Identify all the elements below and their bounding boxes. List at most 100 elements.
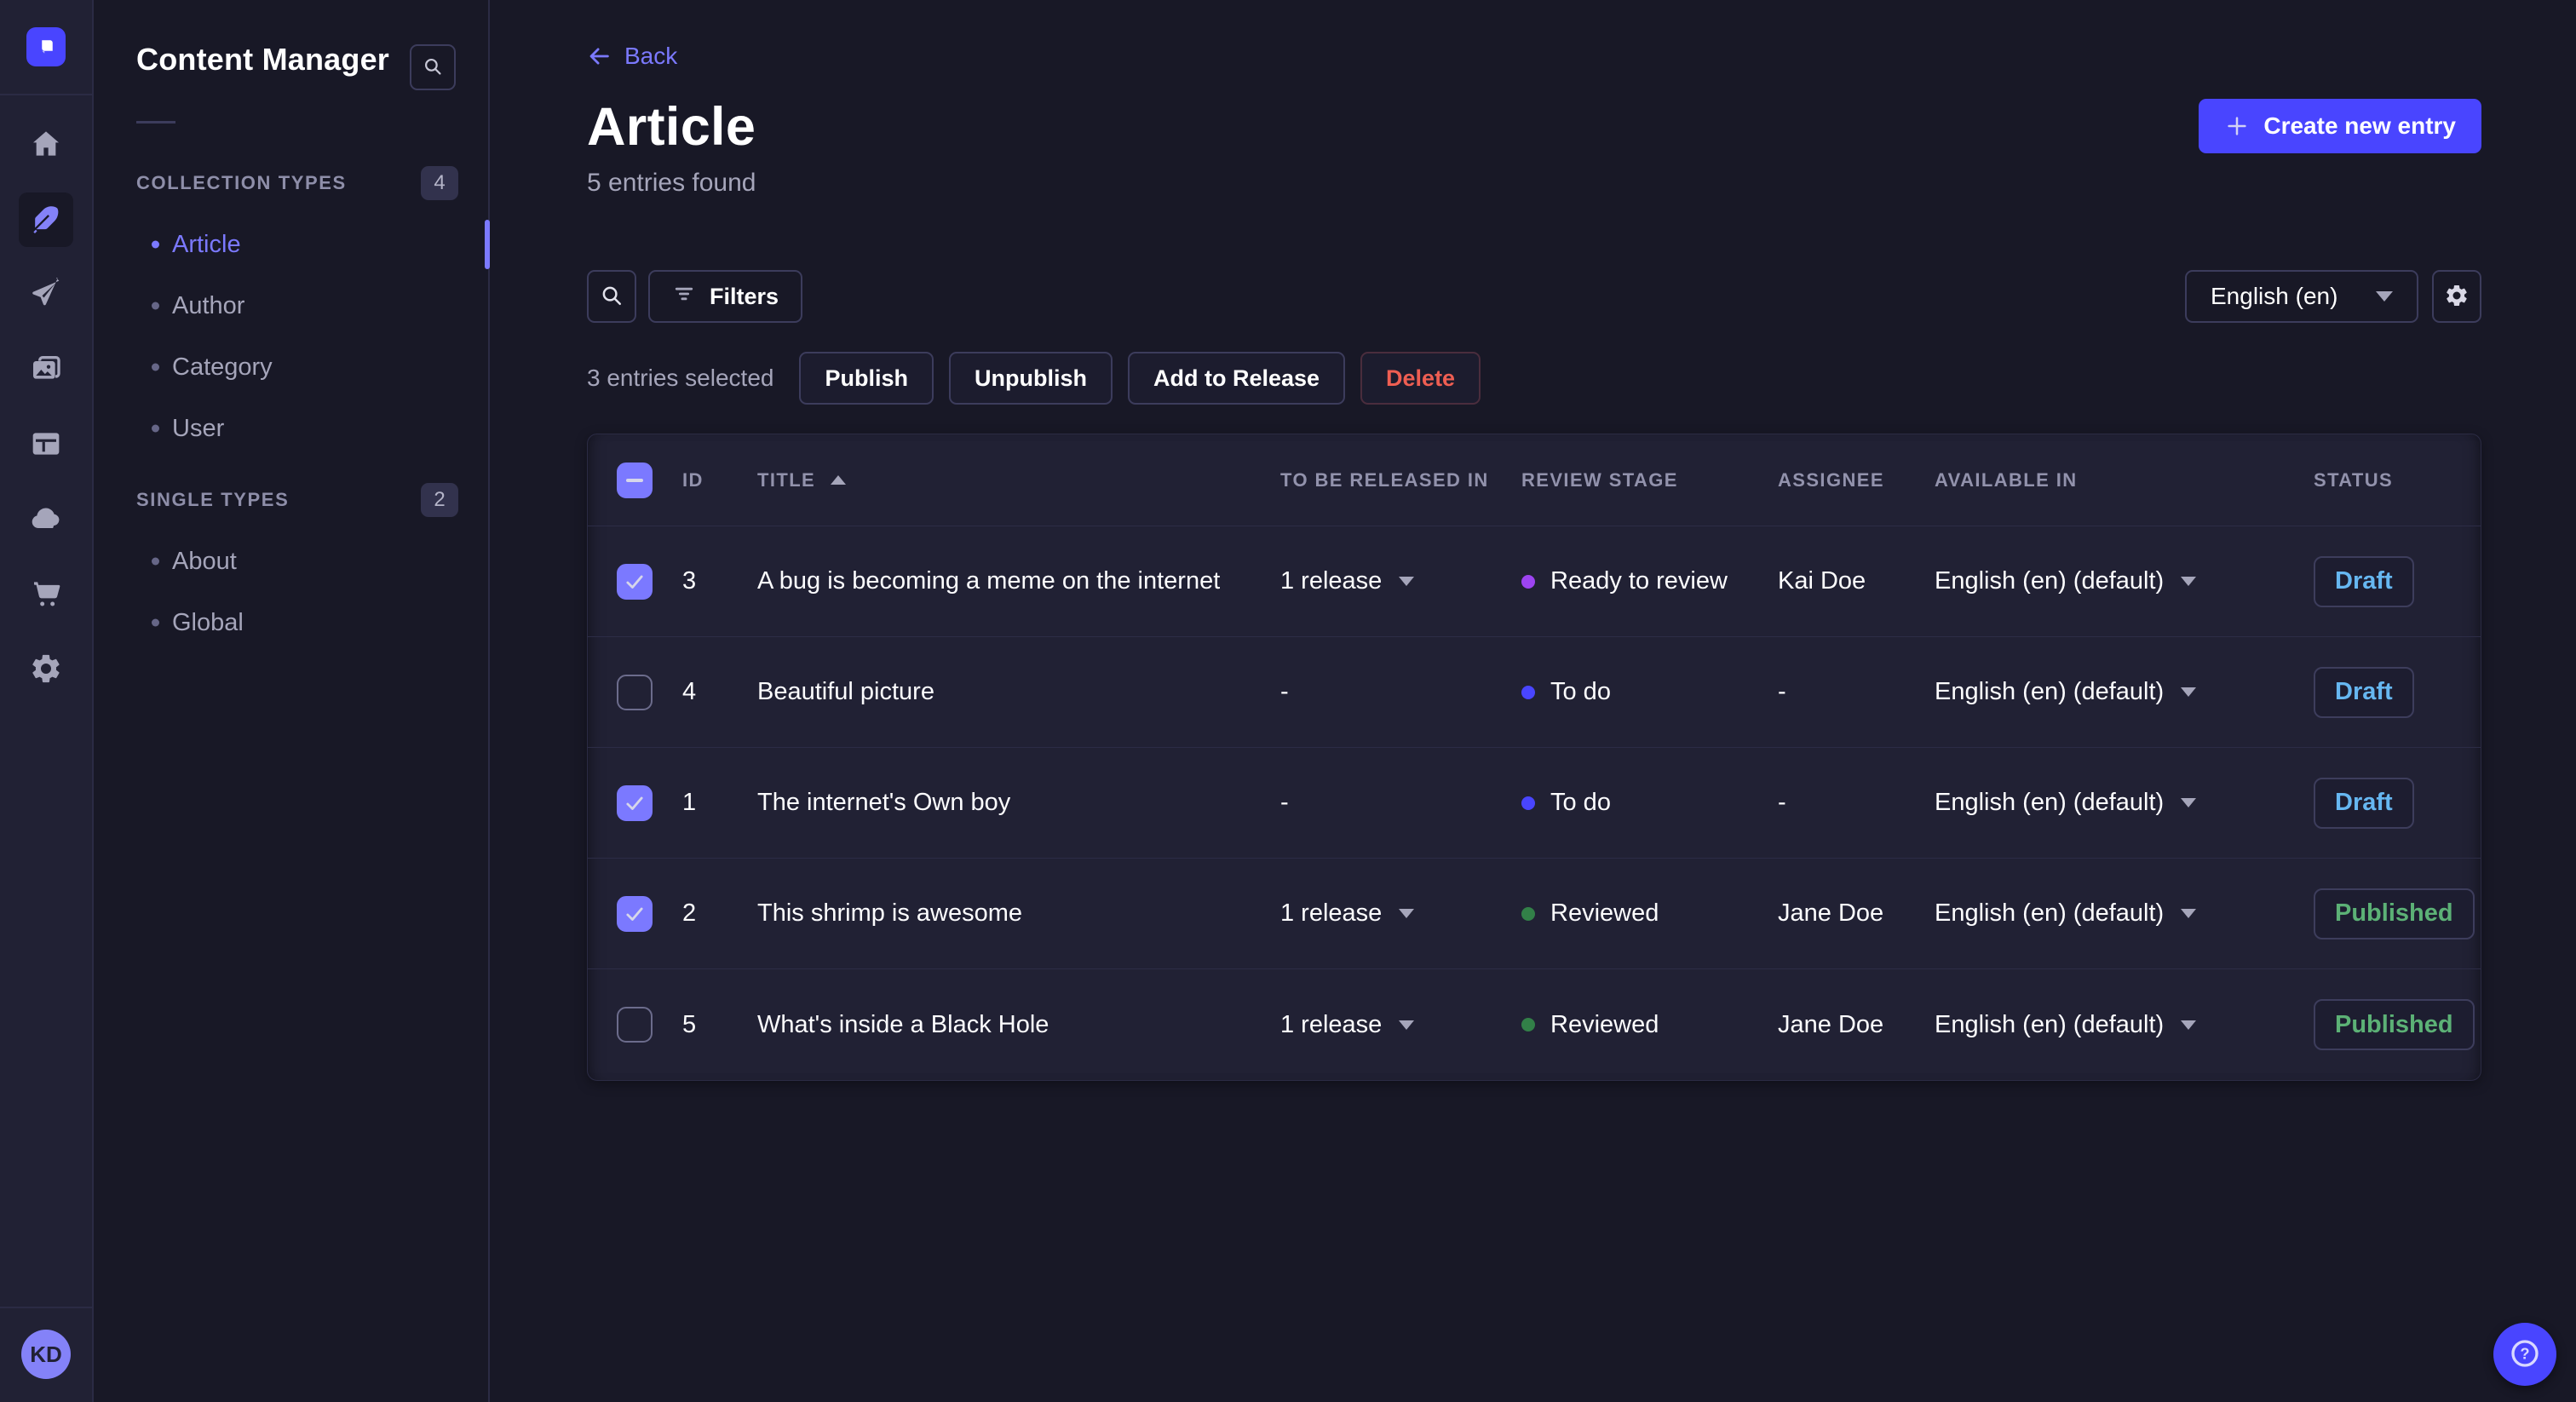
filters-button[interactable]: Filters xyxy=(648,270,803,323)
sidebar-divider xyxy=(136,121,175,124)
publish-button[interactable]: Publish xyxy=(799,352,934,405)
entry-row[interactable]: 5 What's inside a Black Hole 1 release Revi… xyxy=(588,969,2481,1080)
chevron-down-icon xyxy=(2376,291,2393,302)
marketplace-icon xyxy=(29,577,63,613)
column-header-id[interactable]: ID xyxy=(682,469,757,491)
section-count-badge: 2 xyxy=(421,483,458,517)
entry-id: 3 xyxy=(682,567,697,595)
strapi-logo[interactable] xyxy=(26,27,66,66)
chevron-down-icon xyxy=(2181,909,2197,918)
sidebar-item-global[interactable]: Global xyxy=(94,592,488,653)
app-root: KD Content Manager COLLECTION TYPES 4 Arti… xyxy=(0,0,2576,1402)
nav-item-settings[interactable] xyxy=(19,642,73,697)
entry-row[interactable]: 1 The internet's Own boy - To do - English (e… xyxy=(588,748,2481,859)
strapi-logo-icon xyxy=(42,40,53,54)
entry-row[interactable]: 4 Beautiful picture - To do - English (en) (d… xyxy=(588,637,2481,748)
column-header-title[interactable]: TITLE xyxy=(757,469,1280,491)
nav-item-layout[interactable] xyxy=(19,417,73,472)
row-checkbox[interactable] xyxy=(617,895,653,932)
unpublish-button[interactable]: Unpublish xyxy=(948,352,1113,405)
sidebar-sections: COLLECTION TYPES 4 Article Author Category Us… xyxy=(94,166,488,653)
search-button[interactable] xyxy=(587,270,636,323)
column-header-to-be-released-in: TO BE RELEASED IN xyxy=(1280,468,1489,491)
row-checkbox[interactable] xyxy=(617,784,653,821)
nav-item-home[interactable] xyxy=(19,118,73,172)
stage-dot xyxy=(1521,685,1535,699)
back-label: Back xyxy=(624,43,678,69)
select-all-checkbox[interactable] xyxy=(617,462,653,498)
section-label: SINGLE TYPES xyxy=(136,489,290,510)
entry-id: 1 xyxy=(682,789,697,816)
nav-item-marketplace[interactable] xyxy=(19,567,73,622)
sidebar-item-about[interactable]: About xyxy=(94,531,488,592)
sidebar-section: COLLECTION TYPES 4 Article Author Category Us… xyxy=(94,166,488,459)
delete-button[interactable]: Delete xyxy=(1360,352,1481,405)
entries-count: 5 entries found xyxy=(587,169,756,197)
locale-select[interactable]: English (en) xyxy=(2185,270,2418,323)
entry-row[interactable]: 2 This shrimp is awesome 1 release Reviewed… xyxy=(588,859,2481,969)
filter-icon xyxy=(672,282,696,312)
entry-row[interactable]: 3 A bug is becoming a meme on the interne… xyxy=(588,526,2481,637)
nav-item-media[interactable] xyxy=(19,342,73,397)
column-header-available-in: AVAILABLE IN xyxy=(1935,468,2078,491)
nav-item-content[interactable] xyxy=(19,192,73,247)
review-stage: To do xyxy=(1521,789,1778,817)
sidebar-section: SINGLE TYPES 2 About Global xyxy=(94,483,488,653)
locale-value: English (en) xyxy=(2211,283,2338,309)
cloud-icon xyxy=(29,502,63,538)
rail-divider xyxy=(0,94,92,95)
layout-icon xyxy=(29,427,63,463)
view-settings-button[interactable] xyxy=(2432,270,2481,323)
table-header-row: ID TITLE TO BE RELEASED IN REVIEW STAGE … xyxy=(588,434,2481,526)
release-dropdown[interactable]: 1 release xyxy=(1280,899,1521,928)
assignee: - xyxy=(1778,678,1786,705)
chevron-down-icon xyxy=(1399,577,1415,586)
release-dropdown[interactable]: 1 release xyxy=(1280,567,1521,595)
section-count-badge: 4 xyxy=(421,166,458,200)
stage-dot xyxy=(1521,906,1535,921)
toolbar: Filters English (en) xyxy=(587,270,2481,323)
add-to-release-button[interactable]: Add to Release xyxy=(1127,352,1346,405)
status-badge: Published xyxy=(2314,999,2475,1050)
selection-count: 3 entries selected xyxy=(587,365,774,391)
user-avatar[interactable]: KD xyxy=(21,1330,71,1379)
chevron-down-icon xyxy=(1399,1020,1415,1030)
entries-table: ID TITLE TO BE RELEASED IN REVIEW STAGE … xyxy=(587,434,2481,1081)
review-stage: To do xyxy=(1521,678,1778,706)
review-stage: Ready to review xyxy=(1521,567,1778,595)
locale-dropdown[interactable]: English (en) (default) xyxy=(1935,678,2314,706)
sidebar-item-author[interactable]: Author xyxy=(94,275,488,336)
status-cell: Published xyxy=(2314,888,2481,939)
locale-dropdown[interactable]: English (en) (default) xyxy=(1935,1011,2314,1039)
rail-bottom: KD xyxy=(0,1307,92,1402)
entry-id: 4 xyxy=(682,678,697,705)
row-checkbox[interactable] xyxy=(617,563,653,600)
content-search-button[interactable] xyxy=(410,44,456,90)
help-button[interactable]: ? xyxy=(2493,1323,2556,1386)
locale-dropdown[interactable]: English (en) (default) xyxy=(1935,789,2314,817)
row-checkbox[interactable] xyxy=(617,1007,653,1043)
locale-dropdown[interactable]: English (en) (default) xyxy=(1935,567,2314,595)
column-header-status: STATUS xyxy=(2314,468,2394,491)
locale-dropdown[interactable]: English (en) (default) xyxy=(1935,899,2314,928)
media-icon xyxy=(29,352,63,388)
nav-item-release[interactable] xyxy=(19,267,73,322)
row-checkbox[interactable] xyxy=(617,674,653,710)
release-dropdown[interactable]: 1 release xyxy=(1280,1011,1521,1039)
row-checkbox-cell xyxy=(588,674,682,710)
sidebar-item-user[interactable]: User xyxy=(94,398,488,459)
plus-icon xyxy=(2228,117,2246,135)
table-body: 3 A bug is becoming a meme on the interne… xyxy=(588,526,2481,1080)
page-title: Article xyxy=(587,97,756,157)
indeterminate-mark xyxy=(626,478,643,482)
entry-title: A bug is becoming a meme on the internet xyxy=(757,567,1221,595)
row-checkbox-cell xyxy=(588,1007,682,1043)
sidebar-item-article[interactable]: Article xyxy=(94,214,488,275)
nav-item-cloud[interactable] xyxy=(19,492,73,547)
sidebar-item-category[interactable]: Category xyxy=(94,336,488,398)
filters-label: Filters xyxy=(710,283,779,309)
row-checkbox-cell xyxy=(588,784,682,821)
back-link[interactable]: Back xyxy=(587,43,677,70)
create-entry-button[interactable]: Create new entry xyxy=(2199,99,2481,153)
content-icon xyxy=(29,202,63,238)
